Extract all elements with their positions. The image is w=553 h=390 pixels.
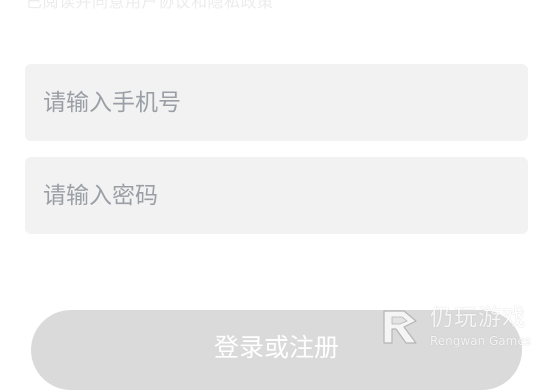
login-register-label: 登录或注册 [213, 333, 339, 362]
phone-field[interactable] [25, 63, 528, 142]
watermark-name-en: Rengwan Games [430, 334, 531, 348]
rengwan-logo-icon [383, 310, 417, 344]
password-input[interactable] [41, 156, 528, 235]
watermark-name-cn: 仍玩游戏 [430, 305, 526, 331]
watermark: 仍玩游戏 Rengwan Games [378, 304, 531, 350]
agreement-hint-text: 已阅读并同意用户协议和隐私政策 [26, 0, 274, 11]
password-field[interactable] [25, 156, 528, 235]
phone-input[interactable] [41, 63, 528, 142]
